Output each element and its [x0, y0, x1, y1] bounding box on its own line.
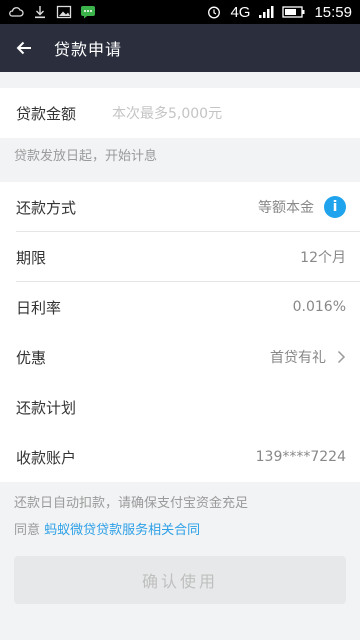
discount-label: 优惠: [16, 348, 47, 367]
agreement-line: 同意 蚂蚁微贷贷款服务相关合同: [14, 519, 200, 538]
chevron-right-icon: [337, 350, 346, 364]
repay-plan-label: 还款计划: [16, 398, 77, 417]
repay-plan-row[interactable]: 还款计划: [0, 382, 360, 432]
status-bar: 4G 15:59: [0, 0, 360, 24]
cloud-icon: [9, 7, 24, 17]
term-label: 期限: [16, 248, 47, 267]
interest-note: 贷款发放日起，开始计息: [14, 149, 158, 164]
status-time: 15:59: [314, 3, 352, 21]
agreement-prefix: 同意: [14, 523, 41, 538]
agreement-link[interactable]: 蚂蚁微贷贷款服务相关合同: [44, 523, 200, 538]
account-row[interactable]: 收款账户 139****7224: [0, 432, 360, 482]
arrow-left-icon: [16, 41, 31, 55]
message-icon: [81, 6, 95, 19]
download-icon: [35, 6, 45, 19]
back-button[interactable]: [0, 24, 48, 72]
amount-row[interactable]: 贷款金额 本次最多5,000元: [0, 88, 360, 138]
info-icon[interactable]: i: [324, 196, 346, 218]
page-title: 贷款申请: [54, 40, 123, 59]
amount-input[interactable]: 本次最多5,000元: [112, 103, 222, 123]
image-icon: [56, 5, 72, 19]
confirm-button[interactable]: 确认使用: [14, 556, 346, 604]
discount-value: 首贷有礼: [270, 350, 326, 366]
term-row[interactable]: 期限 12个月: [0, 232, 360, 282]
daily-rate-label: 日利率: [16, 298, 62, 317]
repay-method-value: 等额本金: [258, 200, 314, 216]
term-value: 12个月: [300, 250, 346, 266]
status-left-icons: [8, 5, 96, 19]
account-label: 收款账户: [16, 448, 77, 467]
discount-value-wrap: 首贷有礼: [270, 347, 346, 367]
status-right-icons: 4G 15:59: [206, 4, 352, 21]
repay-method-label: 还款方式: [16, 198, 77, 217]
network-type: 4G: [230, 3, 251, 21]
signal-icon: [259, 6, 274, 18]
amount-label: 贷款金额: [16, 104, 77, 123]
discount-row[interactable]: 优惠 首贷有礼: [0, 332, 360, 382]
repay-method-row[interactable]: 还款方式 等额本金 i: [0, 182, 360, 232]
daily-rate-row: 日利率 0.016%: [0, 282, 360, 332]
repay-method-value-wrap: 等额本金 i: [258, 196, 346, 218]
battery-icon: [282, 6, 305, 18]
account-value: 139****7224: [255, 449, 346, 465]
auto-deduct-note: 还款日自动扣款，请确保支付宝资金充足: [14, 496, 249, 511]
daily-rate-value: 0.016%: [292, 299, 346, 315]
alarm-icon: [208, 6, 221, 19]
app-bar: 贷款申请: [0, 24, 360, 72]
